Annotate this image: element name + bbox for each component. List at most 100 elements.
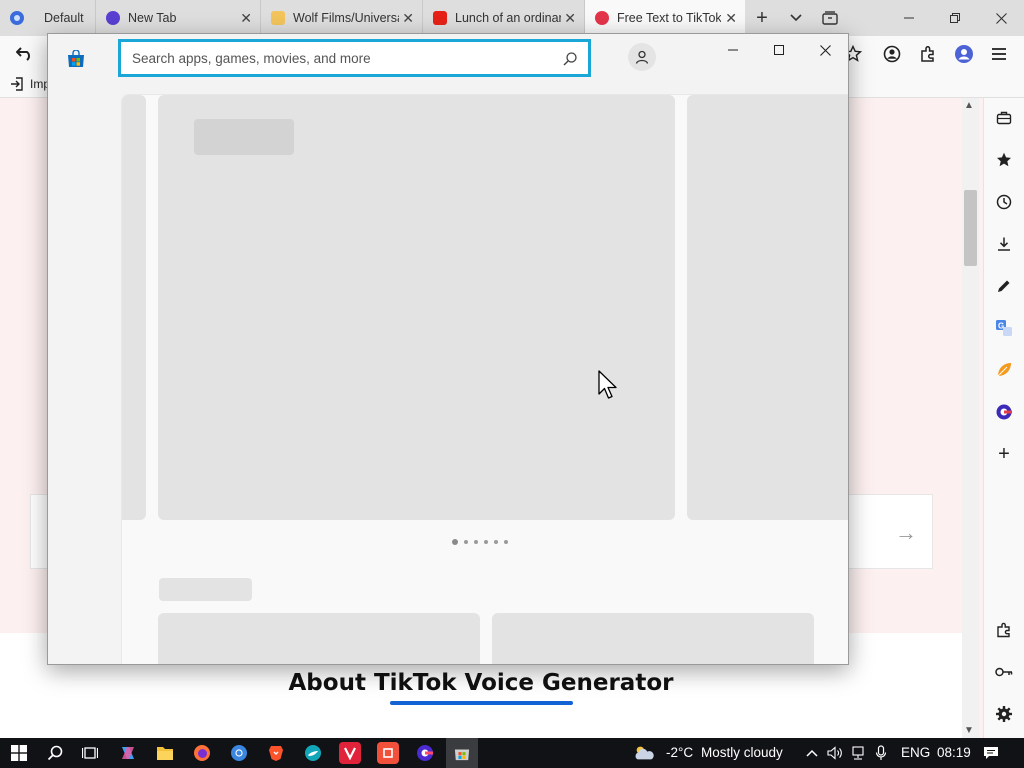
tab-label: New Tab — [128, 11, 177, 25]
bluebird-app-icon[interactable] — [302, 742, 324, 764]
tab-youtube[interactable]: Lunch of an ordinar ✕ — [423, 0, 585, 36]
restore-icon[interactable] — [932, 0, 978, 36]
search-icon[interactable] — [562, 51, 578, 67]
tab-wolf-films[interactable]: Wolf Films/Universa ✕ — [261, 0, 423, 36]
extensions-icon[interactable] — [917, 43, 939, 65]
microsoft-store-window[interactable] — [47, 33, 849, 665]
hero-carousel-next-card[interactable] — [687, 95, 848, 520]
undo-icon[interactable] — [14, 43, 36, 65]
tab-default[interactable]: Default — [34, 0, 96, 36]
close-tab-icon[interactable]: ✕ — [402, 10, 414, 27]
file-explorer-icon[interactable] — [154, 742, 176, 764]
translate-icon[interactable]: G — [994, 318, 1014, 338]
store-content-area — [121, 94, 848, 664]
hero-label-placeholder — [194, 119, 294, 155]
weather-cloud-icon[interactable] — [633, 742, 655, 764]
tab-label: Default — [44, 11, 84, 25]
heading-underline — [390, 701, 573, 705]
carousel-dot[interactable] — [474, 540, 478, 544]
browser-logo-icon — [106, 11, 120, 25]
vivaldi-icon[interactable] — [339, 742, 361, 764]
arrow-right-icon[interactable]: → — [895, 520, 917, 546]
scrollbar-thumb[interactable] — [964, 190, 977, 266]
menu-icon[interactable] — [988, 43, 1010, 65]
task-view-icon[interactable] — [79, 742, 101, 764]
bookmark-import[interactable]: Imp — [10, 77, 50, 91]
section-title-placeholder — [159, 578, 252, 601]
input-language[interactable]: ENG — [901, 745, 930, 760]
history-icon[interactable] — [994, 192, 1014, 212]
leaf-icon[interactable] — [994, 360, 1014, 380]
store-close-icon[interactable] — [810, 40, 840, 60]
microphone-icon[interactable] — [870, 742, 892, 764]
store-maximize-icon[interactable] — [764, 40, 794, 60]
close-icon[interactable] — [978, 0, 1024, 36]
scroll-down-icon[interactable]: ▼ — [964, 725, 974, 736]
network-icon[interactable] — [847, 742, 869, 764]
star-icon[interactable] — [994, 150, 1014, 170]
chevron-down-icon[interactable] — [779, 0, 813, 36]
close-tab-icon[interactable]: ✕ — [725, 10, 737, 27]
briefcase-icon[interactable] — [994, 108, 1014, 128]
pen-icon[interactable] — [994, 276, 1014, 296]
carousel-dot[interactable] — [464, 540, 468, 544]
close-tab-icon[interactable]: ✕ — [564, 10, 576, 27]
about-heading: About TikTok Voice Generator — [288, 670, 674, 696]
store-minimize-icon[interactable] — [718, 40, 748, 60]
red-app-icon[interactable] — [377, 742, 399, 764]
key-icon[interactable] — [994, 662, 1014, 682]
browser-side-panel: G + — [983, 98, 1024, 738]
gear-icon[interactable] — [994, 704, 1014, 724]
hero-carousel-prev-card[interactable] — [122, 95, 146, 520]
weather-condition[interactable]: Mostly cloudy — [701, 745, 783, 760]
firefox-icon[interactable] — [191, 742, 213, 764]
new-tab-icon[interactable]: + — [745, 0, 779, 36]
extension-app-icon[interactable] — [994, 402, 1014, 422]
tab-label: Lunch of an ordinar — [455, 11, 561, 25]
search-icon[interactable] — [44, 742, 66, 764]
volume-icon[interactable] — [824, 742, 846, 764]
import-icon — [11, 77, 23, 91]
weather-temperature[interactable]: -2°C — [666, 745, 693, 760]
app-card-placeholder[interactable] — [492, 613, 814, 664]
notification-icon[interactable] — [980, 742, 1002, 764]
store-account-avatar[interactable] — [628, 43, 656, 71]
browser-app-icon[interactable] — [414, 742, 436, 764]
tab-label: Free Text to TikTok V — [617, 11, 721, 25]
browser-tab-strip: Default New Tab ✕ Wolf Films/Universa ✕ … — [0, 0, 1024, 36]
chevron-up-icon[interactable] — [801, 742, 823, 764]
page-scrollbar[interactable]: ▲ ▼ — [962, 98, 979, 738]
close-tab-icon[interactable]: ✕ — [240, 10, 252, 27]
person-icon — [635, 50, 649, 64]
workspaces-icon[interactable] — [0, 0, 34, 36]
hero-carousel-card[interactable] — [158, 95, 675, 520]
store-logo-icon — [67, 49, 85, 68]
account-icon[interactable] — [881, 43, 903, 65]
carousel-dot[interactable] — [494, 540, 498, 544]
chrome-icon[interactable] — [228, 742, 250, 764]
clock-time[interactable]: 08:19 — [937, 745, 971, 760]
profile-avatar-icon[interactable] — [953, 43, 975, 65]
carousel-dot[interactable] — [452, 539, 458, 545]
brave-icon[interactable] — [265, 742, 287, 764]
download-icon[interactable] — [994, 234, 1014, 254]
puzzle-icon[interactable] — [994, 620, 1014, 640]
store-nav-rail — [48, 34, 121, 664]
microsoft-store-taskbar-icon[interactable] — [446, 738, 478, 768]
mouse-cursor-icon — [598, 370, 617, 399]
search-input[interactable] — [132, 50, 552, 66]
carousel-dot[interactable] — [504, 540, 508, 544]
tab-tray-icon[interactable] — [813, 0, 847, 36]
windows-start-icon[interactable] — [8, 742, 30, 764]
store-search-box[interactable] — [118, 39, 591, 77]
copilot-app-icon[interactable] — [117, 742, 139, 764]
carousel-dots — [452, 539, 508, 545]
scroll-up-icon[interactable]: ▲ — [964, 100, 974, 111]
tab-new-tab[interactable]: New Tab ✕ — [96, 0, 261, 36]
plus-icon[interactable]: + — [994, 443, 1014, 465]
app-card-placeholder[interactable] — [158, 613, 480, 664]
tab-tiktok-voice[interactable]: Free Text to TikTok V ✕ — [585, 0, 745, 36]
carousel-dot[interactable] — [484, 540, 488, 544]
minimize-icon[interactable] — [886, 0, 932, 36]
fandom-icon — [271, 11, 285, 25]
